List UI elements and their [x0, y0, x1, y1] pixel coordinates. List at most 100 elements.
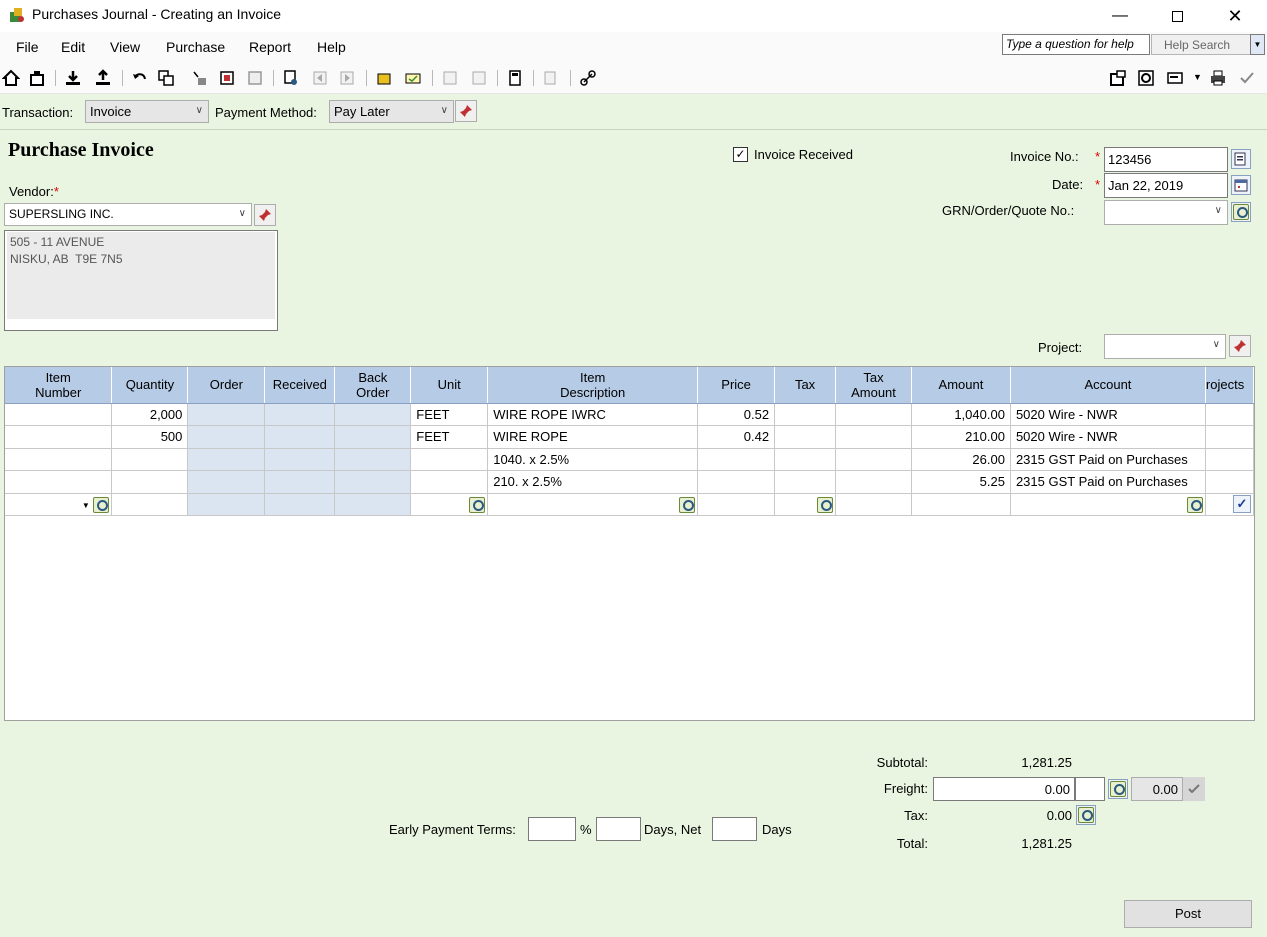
invoice-received-checkbox[interactable]: ✓: [733, 147, 748, 162]
col-received[interactable]: Received: [264, 367, 336, 404]
col-tax-amount[interactable]: Tax Amount: [835, 367, 912, 404]
cell-projects[interactable]: [1205, 425, 1255, 449]
col-price[interactable]: Price: [697, 367, 776, 404]
project-select[interactable]: ∨: [1104, 334, 1226, 359]
cell-unit[interactable]: FEET: [410, 403, 489, 426]
cell-tax[interactable]: [774, 425, 837, 449]
cell-description[interactable]: 1040. x 2.5%: [487, 448, 699, 471]
table-row-new[interactable]: ▼ ✓: [5, 493, 1255, 516]
pin-icon[interactable]: [455, 100, 477, 122]
cell-amount[interactable]: 26.00: [911, 448, 1011, 471]
report-icon[interactable]: [246, 69, 264, 87]
menu-view[interactable]: View: [110, 39, 140, 55]
cell-projects[interactable]: [1205, 448, 1255, 471]
cell-account-new[interactable]: [1010, 493, 1206, 516]
cell-projects-new[interactable]: ✓: [1205, 493, 1255, 516]
edit-icon[interactable]: [441, 69, 459, 87]
freight-tax-search-icon[interactable]: [1108, 779, 1128, 799]
upload-icon[interactable]: [94, 69, 112, 87]
menu-file[interactable]: File: [16, 39, 39, 55]
menu-report[interactable]: Report: [249, 39, 291, 55]
cell-unit[interactable]: FEET: [410, 425, 489, 449]
freight-tax-code-input[interactable]: [1075, 777, 1105, 801]
window-icon[interactable]: [28, 69, 46, 87]
help-question-input[interactable]: Type a question for help: [1002, 34, 1150, 55]
cell-item[interactable]: [5, 448, 113, 471]
col-tax[interactable]: Tax: [774, 367, 837, 404]
previous-icon[interactable]: [311, 69, 329, 87]
calculator-icon[interactable]: [506, 69, 524, 87]
allocate-check-icon[interactable]: ✓: [1233, 495, 1251, 514]
form-icon[interactable]: [404, 69, 422, 87]
home-icon[interactable]: [2, 69, 20, 87]
early-payment-days-input[interactable]: [596, 817, 641, 841]
menu-help[interactable]: Help: [317, 39, 346, 55]
cell-unit-new[interactable]: [410, 493, 489, 516]
col-order[interactable]: Order: [187, 367, 266, 404]
vendor-pin-icon[interactable]: [254, 204, 276, 226]
cell-account[interactable]: 5020 Wire - NWR: [1010, 425, 1206, 449]
item-search-icon[interactable]: [93, 496, 110, 513]
cell-projects[interactable]: [1205, 470, 1255, 494]
cell-quantity[interactable]: 2,000: [111, 403, 189, 426]
col-unit[interactable]: Unit: [410, 367, 489, 404]
menu-purchase[interactable]: Purchase: [166, 39, 225, 55]
minimize-icon[interactable]: —: [1097, 0, 1143, 32]
tax-search-icon[interactable]: [1076, 805, 1096, 825]
cell-tax-amount-new[interactable]: [835, 493, 912, 516]
invoice-no-input[interactable]: 123456: [1104, 147, 1228, 172]
next-icon[interactable]: [338, 69, 356, 87]
project-pin-icon[interactable]: [1229, 335, 1251, 357]
col-back-order[interactable]: Back Order: [334, 367, 412, 404]
cell-tax[interactable]: [774, 470, 837, 494]
lock-icon[interactable]: [190, 69, 208, 87]
cell-tax-new[interactable]: [774, 493, 837, 516]
download-icon[interactable]: [64, 69, 82, 87]
cell-price[interactable]: 0.52: [697, 403, 776, 426]
menu-edit[interactable]: Edit: [61, 39, 85, 55]
copy-icon[interactable]: [157, 69, 175, 87]
print-preview-icon[interactable]: [282, 69, 300, 87]
checkmark-icon[interactable]: [1238, 69, 1256, 87]
export-icon[interactable]: [542, 69, 560, 87]
cell-price-new[interactable]: [697, 493, 776, 516]
help-search-button[interactable]: Help Search: [1151, 34, 1251, 55]
undo-icon[interactable]: [131, 69, 149, 87]
cell-description[interactable]: WIRE ROPE IWRC: [487, 403, 699, 426]
description-search-icon[interactable]: [679, 496, 696, 513]
cell-amount[interactable]: 1,040.00: [911, 403, 1011, 426]
col-account[interactable]: Account: [1010, 367, 1206, 404]
date-input[interactable]: Jan 22, 2019: [1104, 173, 1228, 198]
cell-tax-amount[interactable]: [835, 425, 912, 449]
cell-description[interactable]: WIRE ROPE: [487, 425, 699, 449]
col-item-number[interactable]: Item Number: [5, 367, 113, 404]
cell-quantity[interactable]: [111, 448, 189, 471]
item-dropdown-icon[interactable]: ▼: [82, 501, 90, 510]
cell-amount-new[interactable]: [911, 493, 1011, 516]
transaction-select[interactable]: Invoice ∨: [85, 100, 209, 123]
cell-description-new[interactable]: [487, 493, 699, 516]
vendor-select[interactable]: SUPERSLING INC. ∨: [4, 203, 252, 226]
col-item-description[interactable]: Item Description: [487, 367, 699, 404]
payment-method-select[interactable]: Pay Later ∨: [329, 100, 454, 123]
cell-tax-amount[interactable]: [835, 448, 912, 471]
cell-account[interactable]: 2315 GST Paid on Purchases: [1010, 448, 1206, 471]
cell-quantity[interactable]: [111, 470, 189, 494]
help-dropdown-icon[interactable]: ▼: [1250, 34, 1265, 55]
tax-search-icon[interactable]: [817, 496, 834, 513]
invoice-lookup-icon[interactable]: [1231, 149, 1251, 169]
cell-quantity-new[interactable]: [111, 493, 189, 516]
cell-unit[interactable]: [410, 448, 489, 471]
cell-tax[interactable]: [774, 448, 837, 471]
cell-projects[interactable]: [1205, 403, 1255, 426]
unit-search-icon[interactable]: [469, 496, 486, 513]
table-row[interactable]: 1040. x 2.5% 26.00 2315 GST Paid on Purc…: [5, 448, 1255, 471]
cell-amount[interactable]: 210.00: [911, 425, 1011, 449]
grn-search-icon[interactable]: [1231, 202, 1251, 222]
printer-icon[interactable]: [1209, 69, 1227, 87]
col-projects[interactable]: rojects: [1205, 367, 1255, 404]
cell-tax-amount[interactable]: [835, 470, 912, 494]
box-icon[interactable]: [375, 69, 393, 87]
table-row[interactable]: 210. x 2.5% 5.25 2315 GST Paid on Purcha…: [5, 470, 1255, 494]
table-row[interactable]: 2,000 FEET WIRE ROPE IWRC 0.52 1,040.00 …: [5, 403, 1255, 426]
